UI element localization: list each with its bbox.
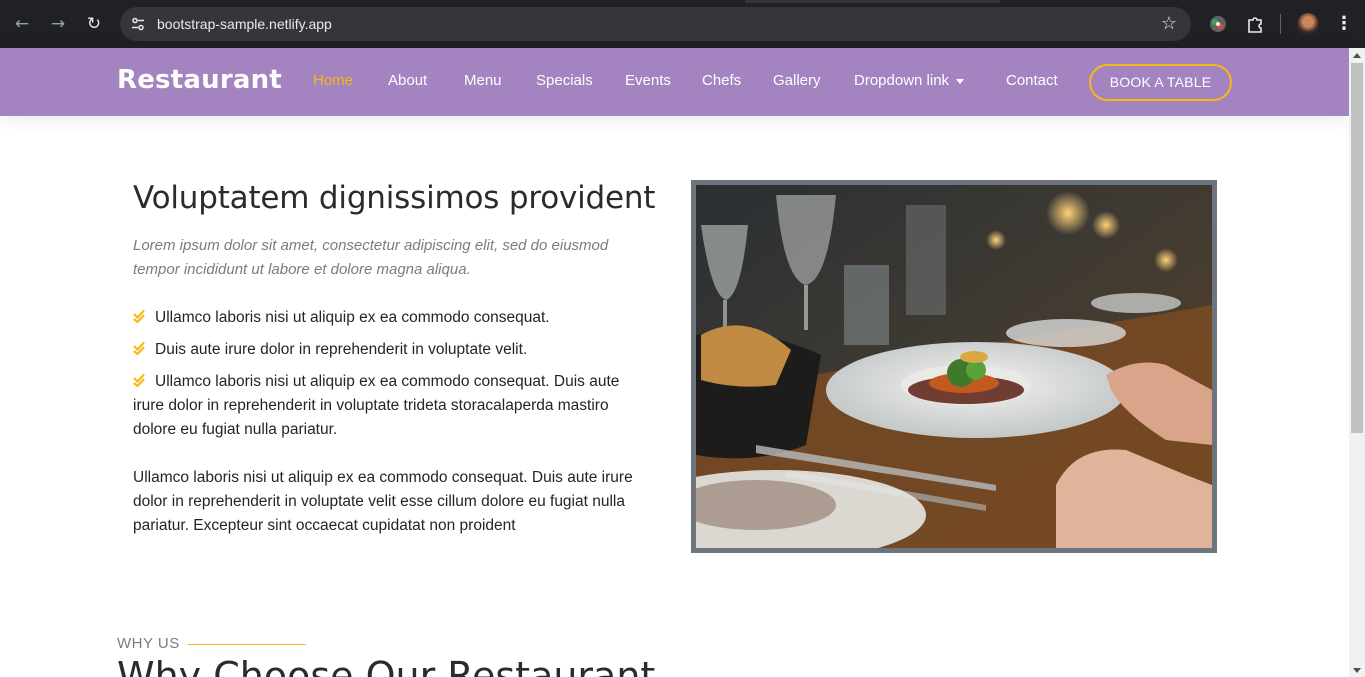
nav-gallery[interactable]: Gallery xyxy=(773,72,821,89)
forward-icon[interactable]: → xyxy=(46,12,70,36)
nav-about[interactable]: About xyxy=(388,72,427,89)
profile-avatar[interactable] xyxy=(1297,13,1319,35)
site-info-icon[interactable] xyxy=(130,16,146,32)
section-label: WHY US xyxy=(117,635,180,652)
about-paragraph: Ullamco laboris nisi ut aliquip ex ea co… xyxy=(133,469,633,534)
nav-menu[interactable]: Menu xyxy=(464,72,502,89)
double-check-icon xyxy=(133,341,145,355)
list-item: Ullamco laboris nisi ut aliquip ex ea co… xyxy=(133,306,653,330)
back-icon[interactable]: ← xyxy=(10,12,34,36)
browser-menu-icon[interactable]: ⋮ xyxy=(1334,12,1354,36)
nav-chefs[interactable]: Chefs xyxy=(702,72,741,89)
section-title: Why Choose Our Restaurant xyxy=(117,654,656,677)
bullet-text: Ullamco laboris nisi ut aliquip ex ea co… xyxy=(133,373,620,438)
color-extension-icon[interactable] xyxy=(1208,14,1228,34)
page-scrollbar[interactable] xyxy=(1349,48,1365,677)
scroll-up-arrow-icon[interactable] xyxy=(1353,53,1361,58)
nav-events[interactable]: Events xyxy=(625,72,671,89)
url-text[interactable]: bootstrap-sample.netlify.app xyxy=(157,7,332,41)
bookmark-star-icon[interactable]: ☆ xyxy=(1159,14,1179,34)
about-image-frame xyxy=(691,180,1217,553)
list-item: Ullamco laboris nisi ut aliquip ex ea co… xyxy=(133,370,653,442)
site-logo[interactable]: Restaurant xyxy=(117,65,282,95)
section-label-divider xyxy=(188,644,306,645)
nav-dropdown-label: Dropdown link xyxy=(854,72,950,89)
active-tab-indicator xyxy=(745,0,1000,3)
bullet-text: Duis aute irure dolor in reprehenderit i… xyxy=(155,341,528,358)
scroll-down-arrow-icon[interactable] xyxy=(1353,668,1361,673)
about-bullet-list: Ullamco laboris nisi ut aliquip ex ea co… xyxy=(133,306,653,450)
reload-icon[interactable]: ↻ xyxy=(82,12,106,36)
site-header: Restaurant Home About Menu Specials Even… xyxy=(0,48,1349,116)
browser-toolbar: ← → ↻ bootstrap-sample.netlify.app ☆ ⋮ xyxy=(0,0,1365,48)
address-bar[interactable]: bootstrap-sample.netlify.app ☆ xyxy=(120,7,1191,41)
about-title: Voluptatem dignissimos provident xyxy=(133,180,656,216)
nav-specials[interactable]: Specials xyxy=(536,72,593,89)
double-check-icon xyxy=(133,373,145,387)
nav-contact[interactable]: Contact xyxy=(1006,72,1058,89)
restaurant-photo xyxy=(696,185,1212,548)
double-check-icon xyxy=(133,309,145,323)
extensions-puzzle-icon[interactable] xyxy=(1245,14,1265,34)
list-item: Duis aute irure dolor in reprehenderit i… xyxy=(133,338,653,362)
book-table-button[interactable]: BOOK A TABLE xyxy=(1089,64,1232,101)
toolbar-divider xyxy=(1280,14,1281,34)
chevron-down-icon xyxy=(956,78,965,84)
scrollbar-thumb[interactable] xyxy=(1351,63,1363,433)
bullet-text: Ullamco laboris nisi ut aliquip ex ea co… xyxy=(155,309,550,326)
nav-dropdown[interactable]: Dropdown link xyxy=(854,72,965,89)
about-lede: Lorem ipsum dolor sit amet, consectetur … xyxy=(133,237,609,278)
nav-home[interactable]: Home xyxy=(313,72,353,89)
